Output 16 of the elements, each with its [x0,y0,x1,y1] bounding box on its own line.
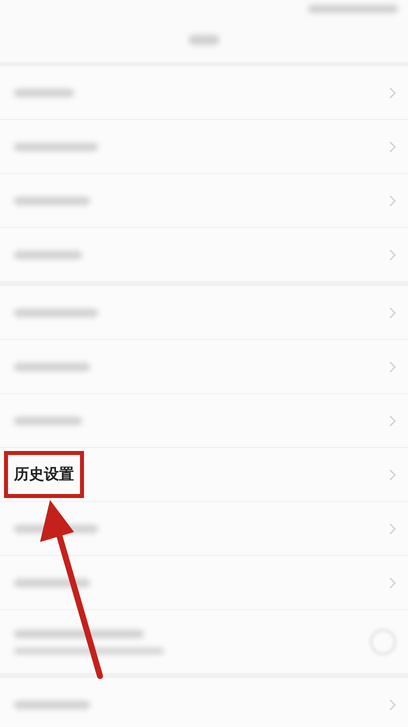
chevron-icon [388,360,396,372]
chevron-icon [388,522,396,534]
chevron-icon [388,414,396,426]
blurred-label-drawing [14,250,82,258]
chevron-icon [388,576,396,588]
blurred-title-drawing [189,35,219,45]
chevron-icon [388,306,396,318]
blurred-label-drawing [14,416,82,424]
highlighted-label: 历史设置 [4,451,84,498]
chevron-icon [388,468,396,480]
chevron-icon [388,248,396,260]
blurred-label-drawing [14,88,74,96]
chevron-icon [388,86,396,98]
chevron-icon [388,194,396,206]
chevron-icon [388,140,396,152]
chevron-icon [388,698,396,710]
